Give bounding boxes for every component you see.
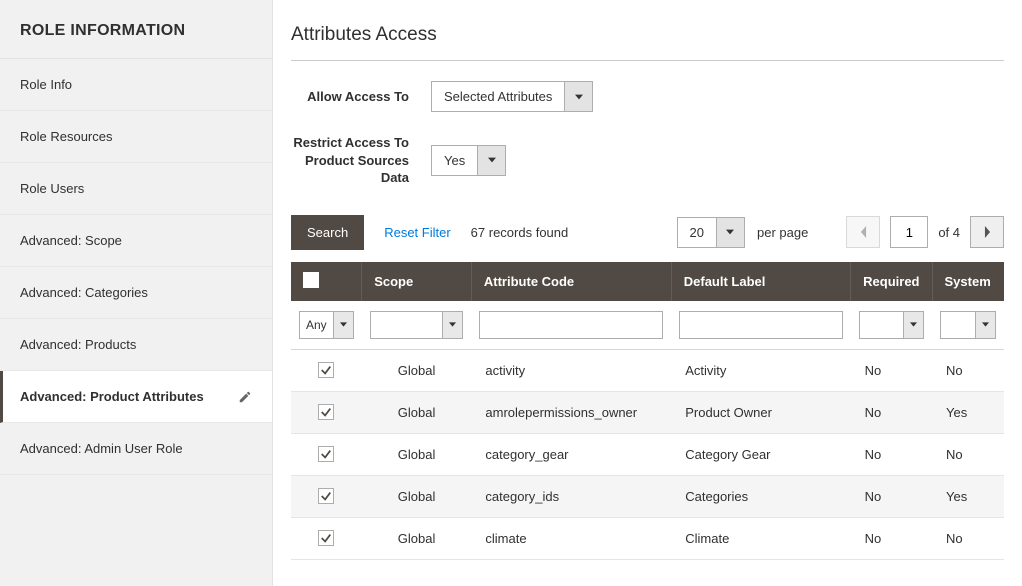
cell-code: category_gear — [471, 433, 671, 475]
col-header-scope[interactable]: Scope — [362, 262, 472, 301]
cell-scope: Global — [362, 517, 472, 559]
row-checkbox[interactable] — [318, 488, 334, 504]
cell-scope: Global — [362, 475, 472, 517]
sidebar-item-advanced-admin-user-role[interactable]: Advanced: Admin User Role — [0, 423, 272, 475]
sidebar-item-label: Advanced: Products — [20, 337, 136, 352]
sidebar-item-label: Role Resources — [20, 129, 113, 144]
sidebar-title: ROLE INFORMATION — [0, 0, 272, 59]
filter-required-select[interactable] — [859, 311, 924, 339]
cell-code: climate — [471, 517, 671, 559]
cell-system: No — [932, 517, 1004, 559]
cell-system: No — [932, 349, 1004, 391]
cell-label: Category Gear — [671, 433, 850, 475]
allow-access-select[interactable]: Selected Attributes — [431, 81, 593, 112]
sidebar-item-label: Advanced: Categories — [20, 285, 148, 300]
sidebar-item-role-users[interactable]: Role Users — [0, 163, 272, 215]
attributes-grid: Scope Attribute Code Default Label Requi… — [291, 262, 1004, 560]
cell-scope: Global — [362, 391, 472, 433]
cell-required: No — [851, 433, 932, 475]
records-found: 67 records found — [471, 225, 569, 240]
filter-system-select[interactable] — [940, 311, 996, 339]
cell-required: No — [851, 391, 932, 433]
cell-label: Activity — [671, 349, 850, 391]
sidebar-item-role-resources[interactable]: Role Resources — [0, 111, 272, 163]
sidebar-item-label: Advanced: Scope — [20, 233, 122, 248]
table-row[interactable]: Global climate Climate No No — [291, 517, 1004, 559]
cell-required: No — [851, 475, 932, 517]
sidebar-item-advanced-products[interactable]: Advanced: Products — [0, 319, 272, 371]
main-content: Attributes Access Allow Access To Select… — [273, 0, 1022, 586]
table-row[interactable]: Global amrolepermissions_owner Product O… — [291, 391, 1004, 433]
cell-required: No — [851, 517, 932, 559]
chevron-down-icon — [477, 146, 505, 175]
table-row[interactable]: Global category_ids Categories No Yes — [291, 475, 1004, 517]
row-checkbox[interactable] — [318, 404, 334, 420]
filter-row: Any — [291, 301, 1004, 350]
select-all-checkbox[interactable] — [303, 272, 319, 288]
page-title: Attributes Access — [291, 24, 1004, 61]
sidebar-item-advanced-product-attributes[interactable]: Advanced: Product Attributes — [0, 371, 272, 423]
cell-code: category_ids — [471, 475, 671, 517]
sidebar: ROLE INFORMATION Role Info Role Resource… — [0, 0, 273, 586]
filter-scope-select[interactable] — [370, 311, 464, 339]
cell-label: Categories — [671, 475, 850, 517]
sidebar-item-label: Role Info — [20, 77, 72, 92]
row-checkbox[interactable] — [318, 530, 334, 546]
col-header-required[interactable]: Required — [851, 262, 932, 301]
chevron-down-icon — [333, 312, 353, 338]
filter-code-input[interactable] — [479, 311, 663, 339]
edit-icon — [238, 390, 252, 404]
cell-required: No — [851, 349, 932, 391]
col-header-label[interactable]: Default Label — [671, 262, 850, 301]
grid-toolbar: Search Reset Filter 67 records found 20 … — [291, 215, 1004, 250]
sidebar-item-label: Advanced: Product Attributes — [20, 389, 204, 404]
filter-check-value: Any — [300, 312, 333, 338]
cell-code: activity — [471, 349, 671, 391]
chevron-down-icon — [716, 218, 744, 247]
col-header-code[interactable]: Attribute Code — [471, 262, 671, 301]
filter-check-select[interactable]: Any — [299, 311, 354, 339]
col-header-check — [291, 262, 362, 301]
cell-scope: Global — [362, 349, 472, 391]
sidebar-item-label: Advanced: Admin User Role — [20, 441, 183, 456]
cell-code: amrolepermissions_owner — [471, 391, 671, 433]
cell-system: No — [932, 433, 1004, 475]
cell-system: Yes — [932, 391, 1004, 433]
filter-label-input[interactable] — [679, 311, 842, 339]
per-page-label: per page — [757, 225, 808, 240]
chevron-down-icon — [442, 312, 462, 338]
row-checkbox[interactable] — [318, 362, 334, 378]
cell-label: Product Owner — [671, 391, 850, 433]
sidebar-item-advanced-scope[interactable]: Advanced: Scope — [0, 215, 272, 267]
page-size-value: 20 — [678, 218, 716, 247]
sidebar-item-role-info[interactable]: Role Info — [0, 59, 272, 111]
prev-page-button[interactable] — [846, 216, 880, 248]
table-row[interactable]: Global category_gear Category Gear No No — [291, 433, 1004, 475]
allow-access-value: Selected Attributes — [432, 82, 564, 111]
cell-system: Yes — [932, 475, 1004, 517]
next-page-button[interactable] — [970, 216, 1004, 248]
page-size-select[interactable]: 20 — [677, 217, 745, 248]
search-button[interactable]: Search — [291, 215, 364, 250]
of-total-label: of 4 — [938, 225, 960, 240]
chevron-down-icon — [564, 82, 592, 111]
table-row[interactable]: Global activity Activity No No — [291, 349, 1004, 391]
restrict-access-label: Restrict Access To Product Sources Data — [291, 134, 431, 187]
reset-filter-link[interactable]: Reset Filter — [384, 225, 450, 240]
chevron-down-icon — [975, 312, 995, 338]
col-header-system[interactable]: System — [932, 262, 1004, 301]
restrict-access-select[interactable]: Yes — [431, 145, 506, 176]
cell-scope: Global — [362, 433, 472, 475]
sidebar-item-advanced-categories[interactable]: Advanced: Categories — [0, 267, 272, 319]
restrict-access-value: Yes — [432, 146, 477, 175]
allow-access-label: Allow Access To — [291, 88, 431, 106]
row-checkbox[interactable] — [318, 446, 334, 462]
cell-label: Climate — [671, 517, 850, 559]
sidebar-item-label: Role Users — [20, 181, 84, 196]
chevron-down-icon — [903, 312, 923, 338]
current-page-input[interactable] — [890, 216, 928, 248]
